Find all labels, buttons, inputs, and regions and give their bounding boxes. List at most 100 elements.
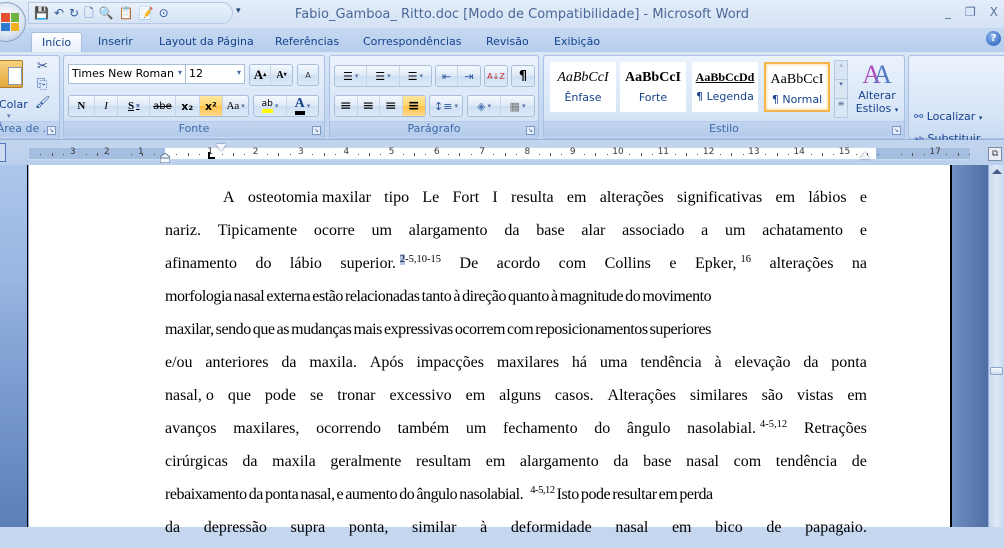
vertical-scrollbar[interactable] (988, 165, 1004, 527)
word-text: alterações (769, 255, 834, 272)
decrease-indent-button[interactable]: ⇤ (436, 66, 459, 86)
ruler-dot (131, 154, 133, 155)
change-case-button[interactable]: Aa ▾ (223, 96, 248, 116)
find-button[interactable]: ⚯ Localizar ▾ (914, 110, 982, 123)
ruler-number: 10 (612, 147, 624, 157)
tab-inserir[interactable]: Inserir (98, 32, 133, 52)
styles-dialog-launcher[interactable]: ↘ (892, 126, 901, 135)
center-button[interactable]: ≡ (358, 96, 380, 116)
styles-more-button[interactable]: ≡ (835, 99, 847, 117)
paste-dropdown-icon[interactable]: ▾ (7, 112, 11, 120)
word-text: rebaixamento da ponta nasal, e aumento d… (165, 486, 524, 503)
scrollbar-thumb[interactable] (990, 367, 1003, 375)
italic-button[interactable]: I (95, 96, 119, 116)
style-tile[interactable]: AaBbCcI Ênfase (550, 62, 616, 112)
restore-button[interactable]: ❐ (965, 5, 976, 19)
scroll-up-arrow-icon[interactable] (992, 169, 1002, 174)
ruler-dot (312, 154, 314, 155)
styles-scroll-up-button[interactable]: ▴ (835, 61, 847, 80)
paste-icon (0, 60, 23, 88)
format-painter-icon[interactable]: 🖌 (35, 95, 50, 109)
show-marks-button[interactable]: ¶ (512, 66, 534, 86)
group-font: Times New Roman ▾ 12 ▾ A ▴ A ▾ A N I S ▾ abe … (63, 55, 325, 139)
change-styles-button[interactable]: AA Alterar Estilos ▾ (852, 60, 902, 122)
align-left-button[interactable]: ≡ (335, 96, 358, 116)
ruler-dot (651, 154, 653, 155)
borders-icon: ▦ (509, 99, 520, 113)
close-button[interactable]: X (990, 5, 998, 19)
borders-button[interactable]: ▦ ▾ (501, 96, 534, 116)
tab-layout-da-página[interactable]: Layout da Página (159, 32, 254, 52)
increase-indent-button[interactable]: ⇥ (458, 66, 480, 86)
change-styles-icon: AA (862, 60, 892, 89)
style-tile[interactable]: AaBbCcI Forte (620, 62, 686, 112)
tab-revisão[interactable]: Revisão (486, 32, 529, 52)
document-body[interactable]: Aosteotomia maxilar tipo Le Fort Iresulta em a… (165, 185, 867, 548)
tab-selector[interactable] (0, 143, 6, 162)
shrink-font-button[interactable]: A ▾ (271, 65, 292, 85)
ruler-tick (414, 153, 416, 156)
copy-icon[interactable]: ⎘ (37, 77, 47, 92)
styles-scroll-down-button[interactable]: ▾ (835, 80, 847, 99)
ruler-tick (142, 153, 144, 156)
underline-button[interactable]: S ▾ (118, 96, 151, 116)
grow-font-button[interactable]: A ▴ (250, 65, 272, 85)
right-indent-marker[interactable] (860, 152, 870, 159)
style-tile[interactable]: AaBbCcDd ¶ Legenda (692, 62, 758, 112)
font-format-buttons: N I S ▾ abe x₂ x² Aa ▾ (68, 95, 249, 117)
sort-button[interactable]: A↓Z (485, 66, 507, 86)
subscript-button[interactable]: x₂ (176, 96, 200, 116)
justify-button[interactable]: ≡ (402, 96, 425, 116)
font-size-combo[interactable]: 12 ▾ (185, 64, 245, 84)
cut-icon[interactable]: ✂ (37, 59, 48, 74)
word: A (223, 189, 235, 206)
multilevel-list-icon: ☰ (407, 69, 418, 83)
word: depressão (203, 519, 267, 536)
help-icon[interactable]: ? (986, 31, 1001, 46)
word: acordo (497, 251, 541, 284)
superscript-button[interactable]: x² (199, 96, 224, 116)
first-line-indent-marker[interactable] (216, 144, 226, 151)
left-margin-backdrop (0, 165, 28, 527)
clear-formatting-button[interactable]: A (298, 65, 318, 85)
ruler-tick (97, 153, 99, 156)
bold-button[interactable]: N (69, 96, 95, 116)
ribbon: Colar ▾ ✂ ⎘ 🖌 Área de ... ↘ Times New Ro… (0, 52, 1004, 190)
hanging-indent-marker[interactable] (160, 153, 170, 163)
tab-correspondências[interactable]: Correspondências (363, 32, 462, 52)
tab-início[interactable]: Início (31, 32, 83, 52)
multilevel-list-button[interactable]: ☰ ▾ (400, 66, 431, 86)
left-tab-stop[interactable] (208, 152, 215, 159)
highlight-button[interactable]: ab ▾ (254, 96, 287, 116)
tab-referências[interactable]: Referências (275, 32, 339, 52)
view-ruler-button[interactable]: ⧉ (988, 147, 1002, 161)
citation-numbers: -5,10-15 (405, 254, 442, 265)
paste-button[interactable]: Colar ▾ (0, 58, 28, 120)
tab-exibição[interactable]: Exibição (554, 32, 600, 52)
word: associado (622, 222, 685, 239)
style-tile[interactable]: AaBbCcI ¶ Normal (764, 62, 830, 112)
shading-button[interactable]: ◈ ▾ (468, 96, 502, 116)
bullets-button[interactable]: ☰ ▾ (335, 66, 368, 86)
document-page[interactable]: Aosteotomia maxilar tipo Le Fort Iresulta em a… (29, 165, 952, 536)
word-text: Collins (604, 255, 651, 272)
word: nasal (686, 453, 719, 470)
ruler-number: 14 (793, 147, 805, 157)
word: cirúrgicas (165, 453, 228, 470)
ruler-dot (584, 154, 586, 155)
font-color-button[interactable]: A ▾ (287, 96, 318, 116)
word: nasal (615, 519, 649, 536)
paragraph-dialog-launcher[interactable]: ↘ (526, 126, 535, 135)
word: lábio (290, 251, 322, 284)
word: alterações (599, 189, 664, 206)
font-dialog-launcher[interactable]: ↘ (312, 126, 321, 135)
align-right-button[interactable]: ≡ (380, 96, 403, 116)
minimize-button[interactable]: _ (945, 5, 951, 19)
word-text: De (459, 255, 479, 272)
strikethrough-button[interactable]: abe (150, 96, 176, 116)
font-name-combo[interactable]: Times New Roman ▾ (68, 64, 186, 84)
clipboard-dialog-launcher[interactable]: ↘ (47, 126, 56, 135)
numbering-button[interactable]: ☰ ▾ (367, 66, 400, 86)
increase-indent-icon: ⇥ (464, 69, 474, 83)
line-spacing-button[interactable]: ↕≡ ▾ (430, 96, 462, 116)
